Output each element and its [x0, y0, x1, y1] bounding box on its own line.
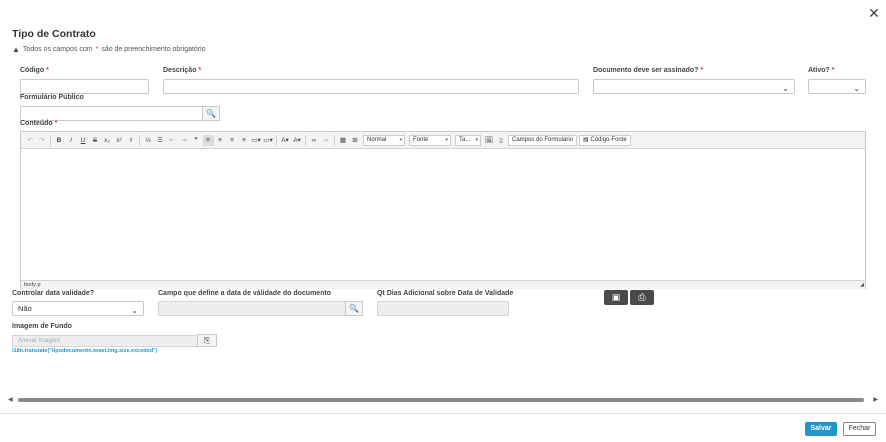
horizontal-line-icon[interactable]: ⊞: [350, 135, 361, 146]
indent-icon[interactable]: ⇥: [179, 135, 190, 146]
blockquote-icon[interactable]: ❞: [191, 135, 202, 146]
search-icon: 🔍: [206, 109, 216, 118]
insert-field-dropdown-icon[interactable]: ▭▾: [263, 135, 274, 146]
close-button[interactable]: Fechar: [843, 422, 876, 436]
outdent-icon[interactable]: ⇤: [167, 135, 178, 146]
campo-validade-input: [158, 301, 346, 316]
print-button[interactable]: ⎙: [630, 290, 654, 305]
resize-handle-icon[interactable]: ◢: [860, 281, 864, 289]
print-icon: ⎙: [638, 292, 646, 302]
qt-dias-input: [377, 301, 509, 316]
underline-icon[interactable]: U: [78, 135, 89, 146]
redo-icon[interactable]: ↷: [37, 135, 48, 146]
chevron-down-icon: ⌄: [131, 306, 138, 315]
toolbar-separator: [305, 134, 306, 146]
imagem-fundo-input[interactable]: Anexar imagem: [12, 335, 198, 347]
editor-content-area[interactable]: [21, 149, 865, 280]
subscript-icon[interactable]: x₂: [102, 135, 113, 146]
align-right-icon[interactable]: ≡: [227, 135, 238, 146]
scroll-right-icon[interactable]: ▶: [873, 396, 878, 403]
bullet-list-icon[interactable]: ☰: [155, 135, 166, 146]
toolbar-separator: [334, 134, 335, 146]
remove-format-icon[interactable]: Ɨ: [126, 135, 137, 146]
horizontal-scrollbar[interactable]: ◀ ▶: [8, 396, 878, 404]
formulario-publico-label: Formulário Público: [20, 94, 84, 101]
formulario-publico-input[interactable]: [20, 106, 203, 121]
campos-formulario-button[interactable]: Campos do Formulário: [508, 134, 578, 146]
campo-validade-label: Campo que define a data de válidade do d…: [158, 290, 332, 297]
required-mark: *: [95, 46, 99, 53]
codigo-label: Código *: [20, 67, 49, 74]
ativo-label: Ativo? *: [808, 67, 835, 74]
toolbar-separator: [276, 134, 277, 146]
format-combo[interactable]: Normal ▾: [363, 134, 405, 146]
codigo-input[interactable]: [20, 79, 149, 94]
preview-document-button[interactable]: ▣: [604, 290, 628, 305]
conteudo-label: Conteúdo *: [20, 120, 58, 127]
path-p[interactable]: p: [37, 282, 40, 288]
align-justify-icon[interactable]: ≡: [239, 135, 250, 146]
font-combo[interactable]: Fonte ▾: [409, 134, 451, 146]
chevron-down-icon: ⌄: [782, 84, 789, 93]
source-icon: ▤: [583, 136, 589, 143]
documento-assinado-label: Documento deve ser assinado? *: [593, 67, 704, 74]
formulario-search-button[interactable]: 🔍: [202, 106, 220, 121]
path-body[interactable]: body: [24, 282, 36, 288]
background-color-icon[interactable]: A▾: [292, 135, 303, 146]
descricao-label: Descrição *: [163, 67, 202, 74]
required-note: ▲ Todos os campos com * são de preenchim…: [12, 45, 206, 54]
save-button[interactable]: Salvar: [805, 422, 837, 436]
controlar-validade-label: Controlar data validade?: [12, 290, 95, 297]
scrollbar-thumb[interactable]: [18, 398, 864, 402]
size-combo[interactable]: Ta... ▾: [455, 134, 481, 146]
footer-divider: [0, 413, 886, 414]
scroll-left-icon[interactable]: ◀: [8, 396, 13, 403]
numbered-list-icon[interactable]: ⅓: [143, 135, 154, 146]
warning-icon: ▲: [12, 45, 20, 54]
align-left-icon[interactable]: ≡: [202, 134, 214, 146]
text-color-icon[interactable]: A▾: [280, 135, 291, 146]
controlar-validade-select[interactable]: Não ⌄: [12, 301, 144, 316]
chevron-down-icon: ⌄: [853, 84, 860, 93]
attach-icon: ⎘: [203, 335, 211, 345]
link-icon[interactable]: ∞: [309, 135, 320, 146]
campo-validade-search-button[interactable]: 🔍: [345, 301, 363, 316]
required-note-before: Todos os campos com: [22, 46, 93, 53]
document-preview-icon: ▣: [611, 292, 621, 302]
attach-image-button[interactable]: ⎘: [197, 334, 217, 347]
close-icon[interactable]: ✕: [867, 6, 881, 20]
documento-assinado-select[interactable]: ⌄: [593, 79, 795, 94]
codigo-fonte-button[interactable]: ▤ Código-Fonte: [579, 134, 631, 146]
toast-message: i18n.translate("tipodocumento.toast.img.…: [12, 348, 158, 354]
superscript-icon[interactable]: x²: [114, 135, 125, 146]
undo-icon[interactable]: ↶: [25, 135, 36, 146]
strikethrough-icon[interactable]: S: [90, 135, 101, 146]
editor-path-bar: body p ◢: [21, 280, 865, 289]
align-center-icon[interactable]: ≡: [215, 135, 226, 146]
table-icon[interactable]: ▦: [338, 135, 349, 146]
insert-image-dropdown-icon[interactable]: ▭▾: [251, 135, 262, 146]
editor-toolbar: ↶ ↷ B I U S x₂ x² Ɨ ⅓ ☰ ⇤ ⇥ ❞ ≡ ≡ ≡ ≡ ▭▾…: [21, 132, 865, 149]
imagem-fundo-label: Imagem de Fundo: [12, 323, 72, 330]
italic-icon[interactable]: I: [66, 135, 77, 146]
qt-dias-label: Qt Dias Adicional sobre Data de Validade: [377, 290, 514, 297]
toolbar-separator: [50, 134, 51, 146]
toolbar-separator: [139, 134, 140, 146]
document-icon[interactable]: ▯: [496, 135, 507, 146]
ativo-select[interactable]: ⌄: [808, 79, 866, 94]
dialog-title: Tipo de Contrato: [12, 28, 96, 40]
bold-icon[interactable]: B: [54, 135, 65, 146]
rich-text-editor[interactable]: ↶ ↷ B I U S x₂ x² Ɨ ⅓ ☰ ⇤ ⇥ ❞ ≡ ≡ ≡ ≡ ▭▾…: [20, 131, 866, 289]
search-icon: 🔍: [349, 304, 359, 313]
image-icon[interactable]: 🖼: [484, 135, 495, 146]
descricao-input[interactable]: [163, 79, 579, 94]
unlink-icon[interactable]: ∞: [321, 135, 332, 146]
required-note-after: são de preenchimento obrigatório: [101, 46, 206, 53]
